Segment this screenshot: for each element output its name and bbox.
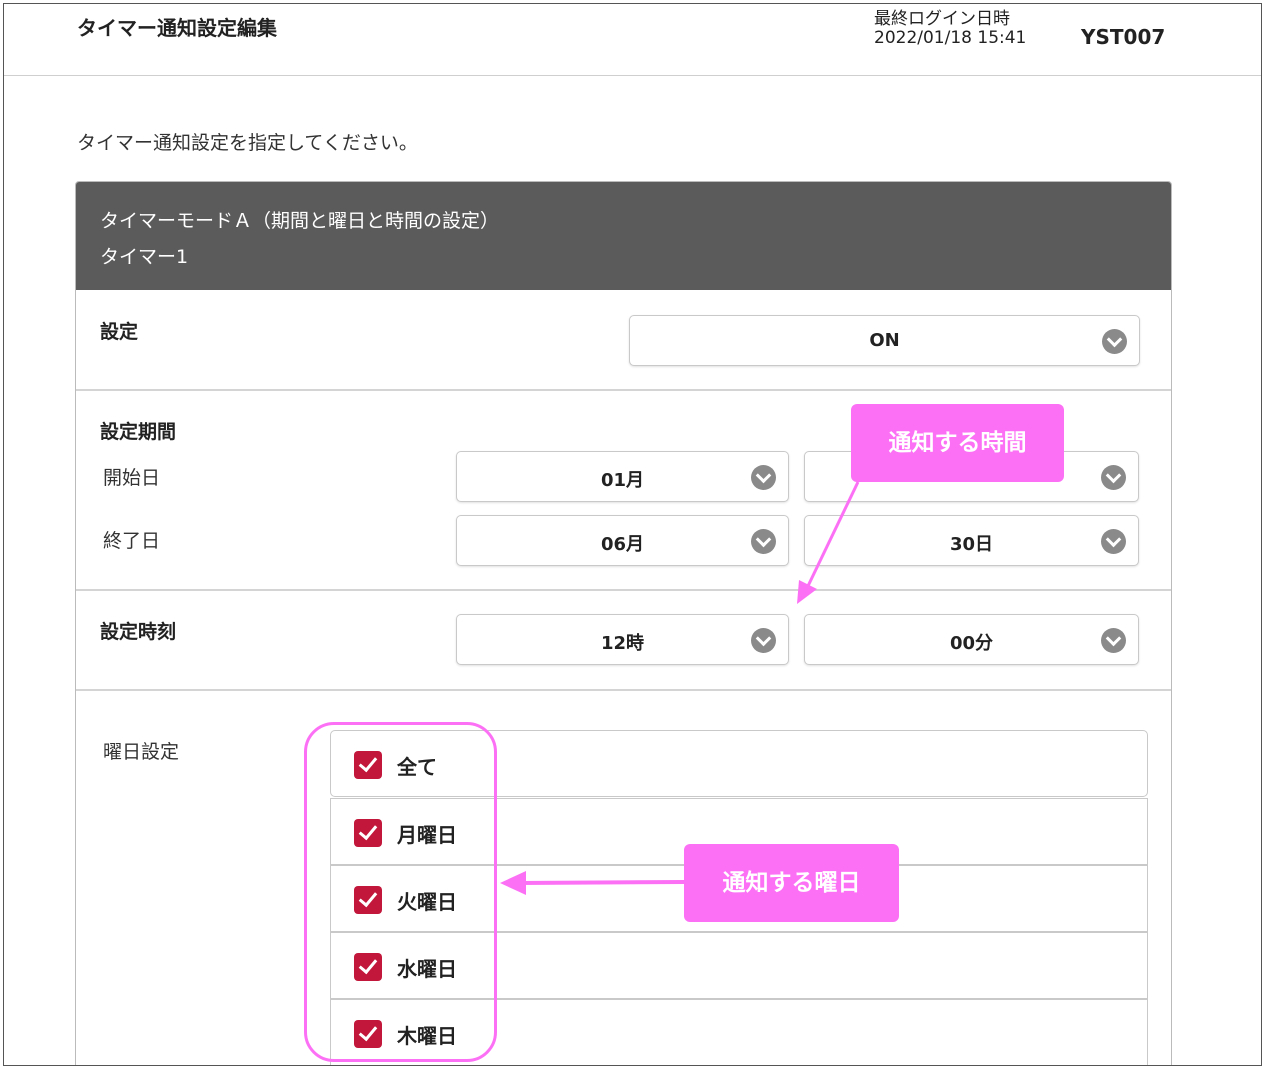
chevron-down-icon bbox=[751, 628, 776, 653]
chevron-down-icon bbox=[751, 529, 776, 554]
weekday-highlight-frame bbox=[304, 722, 497, 1062]
setting-value: ON bbox=[869, 330, 900, 351]
panel-header: タイマーモードＡ（期間と曜日と時間の設定） タイマー1 bbox=[76, 182, 1171, 290]
end-day-select[interactable]: 30日 bbox=[804, 515, 1139, 566]
weekday-callout: 通知する曜日 bbox=[684, 844, 899, 922]
end-date-label: 終了日 bbox=[103, 530, 161, 552]
page-header: タイマー通知設定編集 最終ログイン日時 2022/01/18 15:41 YST… bbox=[4, 4, 1261, 76]
start-date-label: 開始日 bbox=[103, 467, 161, 489]
weekday-label: 曜日設定 bbox=[103, 741, 180, 763]
start-month-select[interactable]: 01月 bbox=[456, 451, 789, 502]
hour-value: 12時 bbox=[600, 633, 645, 654]
start-month-value: 01月 bbox=[600, 470, 645, 491]
period-label: 設定期間 bbox=[100, 421, 177, 443]
divider bbox=[76, 589, 1171, 591]
chevron-down-icon bbox=[751, 465, 776, 490]
timer-mode-title: タイマーモードＡ（期間と曜日と時間の設定） bbox=[100, 210, 500, 232]
setting-select[interactable]: ON bbox=[629, 315, 1140, 366]
end-month-select[interactable]: 06月 bbox=[456, 515, 789, 566]
minute-select[interactable]: 00分 bbox=[804, 614, 1139, 665]
divider bbox=[76, 689, 1171, 691]
app-frame: タイマー通知設定編集 最終ログイン日時 2022/01/18 15:41 YST… bbox=[3, 3, 1262, 1066]
end-month-value: 06月 bbox=[600, 534, 645, 555]
timer-name: タイマー1 bbox=[100, 246, 189, 268]
user-id: YST007 bbox=[1081, 25, 1166, 49]
hour-select[interactable]: 12時 bbox=[456, 614, 789, 665]
setting-label: 設定 bbox=[100, 321, 139, 343]
last-login-value: 2022/01/18 15:41 bbox=[874, 28, 1027, 48]
minute-value: 00分 bbox=[949, 633, 994, 654]
last-login-label: 最終ログイン日時 bbox=[874, 9, 1010, 29]
instruction-text: タイマー通知設定を指定してください。 bbox=[77, 132, 418, 154]
chevron-down-icon bbox=[1101, 628, 1126, 653]
time-callout: 通知する時間 bbox=[851, 404, 1064, 482]
timer-settings-panel: タイマーモードＡ（期間と曜日と時間の設定） タイマー1 設定 ON 設定期間 開… bbox=[75, 181, 1172, 1065]
end-day-value: 30日 bbox=[949, 534, 994, 555]
page-title: タイマー通知設定編集 bbox=[77, 16, 277, 40]
chevron-down-icon bbox=[1101, 465, 1126, 490]
time-label: 設定時刻 bbox=[100, 621, 177, 643]
divider bbox=[76, 389, 1171, 391]
chevron-down-icon bbox=[1102, 329, 1127, 354]
chevron-down-icon bbox=[1101, 529, 1126, 554]
